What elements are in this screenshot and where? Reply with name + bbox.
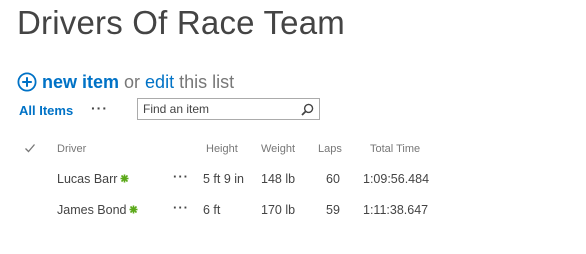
new-item-link[interactable]: new item xyxy=(42,72,119,93)
column-header-total-time[interactable]: Total Time xyxy=(370,143,420,155)
laps-cell: 59 xyxy=(326,203,340,217)
new-badge-icon xyxy=(129,205,138,214)
total-time-cell: 1:11:38.647 xyxy=(363,203,429,217)
magnifier-icon[interactable] xyxy=(301,103,314,116)
row-menu-button[interactable]: ··· xyxy=(173,169,189,184)
weight-cell: 148 lb xyxy=(261,172,296,186)
checkmark-icon[interactable] xyxy=(24,142,36,154)
weight-cell: 170 lb xyxy=(261,203,296,217)
search-box xyxy=(137,98,320,120)
edit-list-link[interactable]: edit xyxy=(145,72,174,93)
height-cell: 6 ft xyxy=(203,203,221,217)
new-badge-icon xyxy=(120,174,129,183)
laps-cell: 60 xyxy=(326,172,340,186)
this-list-text: this list xyxy=(179,71,235,92)
column-header-weight[interactable]: Weight xyxy=(261,143,295,155)
circle-plus-icon[interactable] xyxy=(17,72,37,92)
page-title: Drivers Of Race Team xyxy=(17,4,345,41)
view-more-options-button[interactable]: ··· xyxy=(91,100,108,116)
view-all-items[interactable]: All Items xyxy=(19,103,73,118)
column-header-driver[interactable]: Driver xyxy=(57,143,86,155)
new-item-bar: new item or edit this list xyxy=(17,70,234,94)
column-header-laps[interactable]: Laps xyxy=(318,143,342,155)
search-input[interactable] xyxy=(143,102,293,116)
column-header-height[interactable]: Height xyxy=(206,143,238,155)
row-menu-button[interactable]: ··· xyxy=(173,200,189,215)
total-time-cell: 1:09:56.484 xyxy=(363,172,430,186)
or-text: or xyxy=(124,71,141,92)
driver-name-cell[interactable]: James Bond xyxy=(57,203,138,217)
driver-name-cell[interactable]: Lucas Barr xyxy=(57,172,129,186)
driver-name[interactable]: James Bond xyxy=(57,203,126,217)
height-cell: 5 ft 9 in xyxy=(203,172,244,186)
driver-name[interactable]: Lucas Barr xyxy=(57,172,117,186)
